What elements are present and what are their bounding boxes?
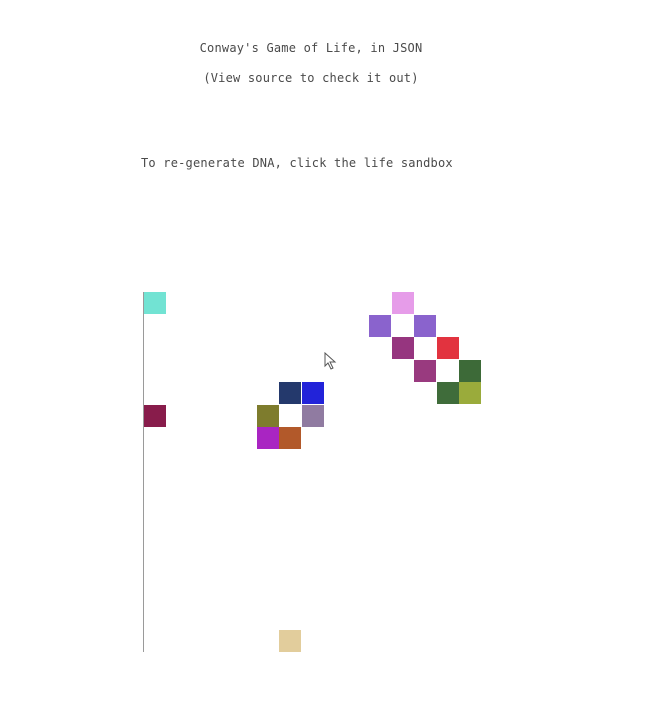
life-cell	[144, 292, 166, 314]
life-cell	[414, 314, 436, 337]
life-cell	[459, 382, 481, 404]
life-cell	[144, 404, 166, 427]
life-cell	[369, 314, 391, 337]
instruction-text: To re-generate DNA, click the life sandb…	[141, 156, 453, 170]
life-cell	[459, 359, 481, 382]
page-title: Conway's Game of Life, in JSON	[199, 41, 423, 55]
page-subtitle: (View source to check it out)	[203, 71, 419, 85]
life-cell	[256, 427, 279, 449]
life-cell	[391, 292, 414, 314]
life-cell	[279, 629, 301, 652]
life-cell	[301, 382, 324, 404]
mouse-pointer-icon	[324, 352, 337, 370]
life-cell	[256, 404, 279, 427]
life-cell	[414, 359, 436, 382]
life-cell	[279, 427, 301, 449]
life-sandbox[interactable]	[143, 292, 504, 652]
life-cell	[301, 404, 324, 427]
life-cell	[279, 382, 301, 404]
life-cell	[391, 337, 414, 359]
life-cell	[436, 382, 459, 404]
life-cell	[436, 337, 459, 359]
